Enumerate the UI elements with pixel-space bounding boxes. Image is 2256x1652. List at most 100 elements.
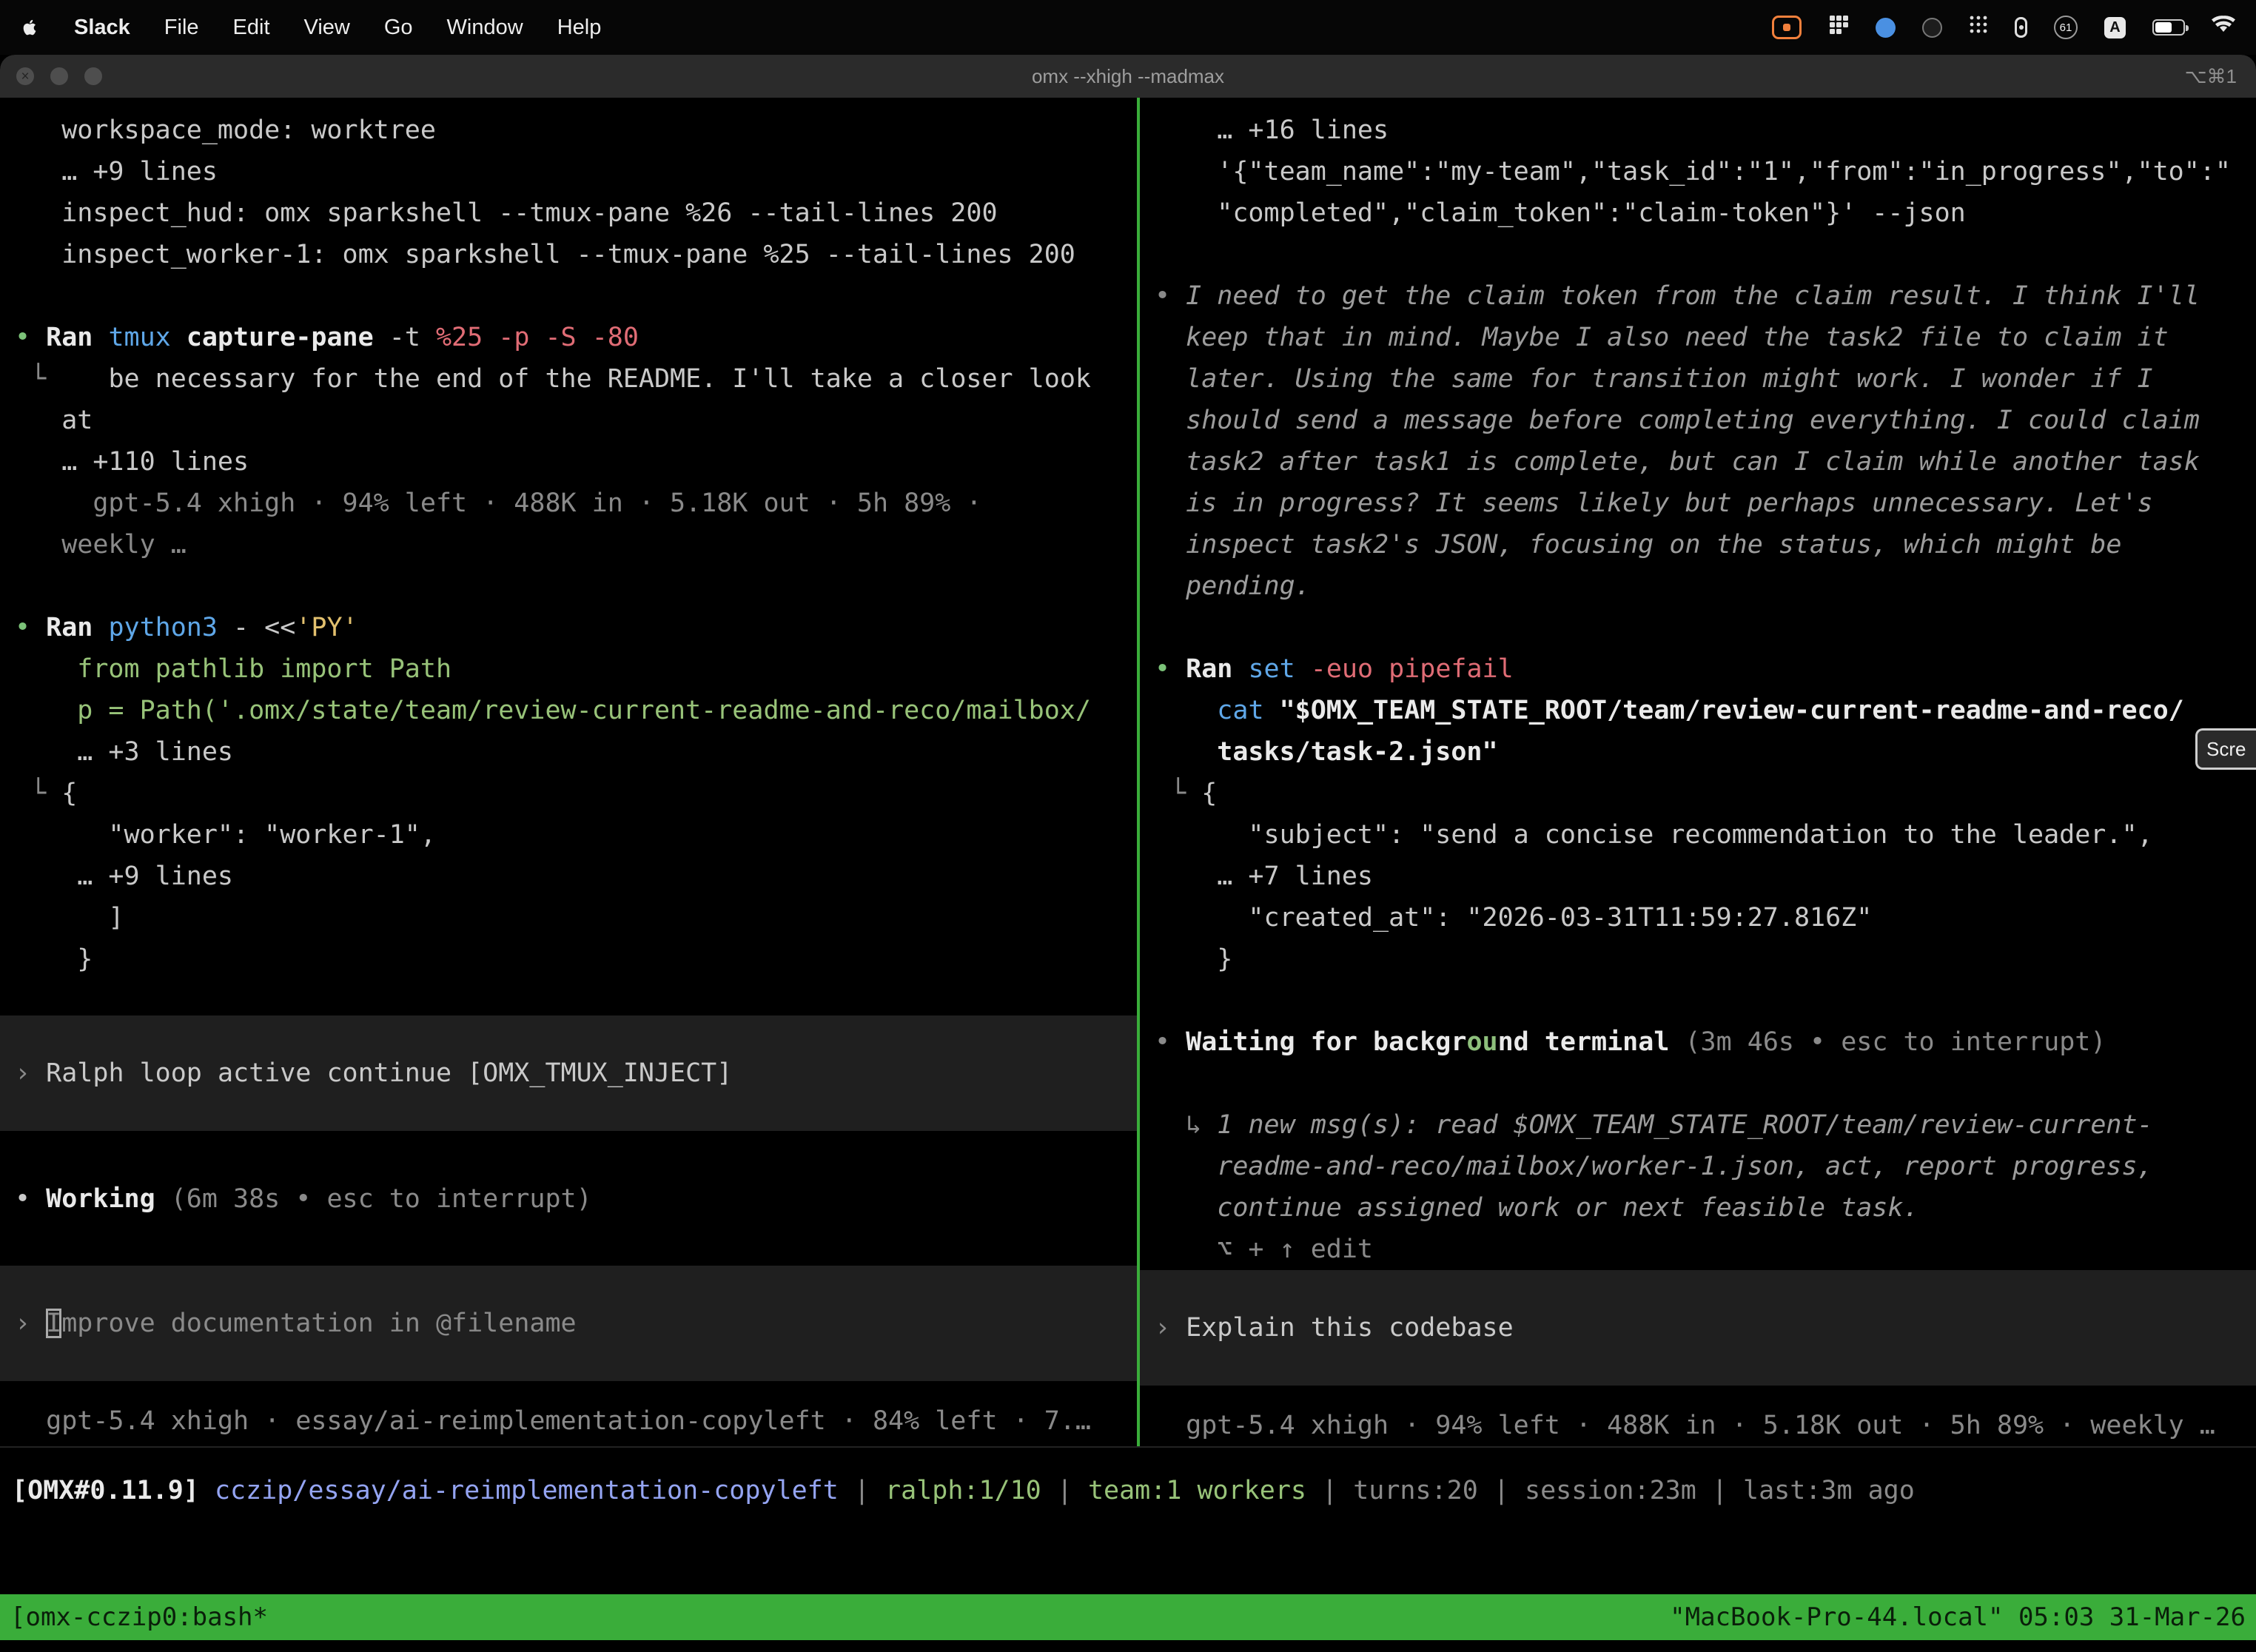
- pill-app-icon[interactable]: [2015, 17, 2027, 38]
- terminal-line: from pathlib import Path: [15, 648, 1122, 690]
- text-segment: … +16 lines: [1155, 115, 1389, 145]
- terminal-line: ↳ 1 new msg(s): read $OMX_TEAM_STATE_ROO…: [1155, 1104, 2241, 1146]
- text-segment: team:1 workers: [1088, 1476, 1306, 1505]
- blue-app-icon[interactable]: [1876, 18, 1896, 38]
- terminal-line: … +16 lines: [1155, 110, 2241, 151]
- screen-recording-indicator-icon[interactable]: [1772, 16, 1802, 39]
- input-source-icon[interactable]: A: [2104, 17, 2126, 38]
- battery-nub: [2186, 25, 2189, 31]
- battery-percent-badge[interactable]: 61: [2054, 16, 2078, 39]
- menu-item-window[interactable]: Window: [447, 16, 523, 40]
- terminal-line: should send a message before completing …: [1155, 400, 2241, 441]
- minimize-button[interactable]: [50, 67, 68, 85]
- terminal-line: "subject": "send a concise recommendatio…: [1155, 814, 2241, 856]
- menu-bar-status-icons: 61 A: [1772, 14, 2235, 41]
- menu-item-view[interactable]: View: [304, 16, 350, 40]
- menu-bar-left: Slack File Edit View Go Window Help: [21, 16, 601, 40]
- model-status-text: gpt-5.4 xhigh · 94% left · 488K in · 5.1…: [1186, 1411, 2215, 1440]
- terminal-window: × omx --xhigh --madmax ⌥⌘1 workspace_mod…: [0, 55, 2256, 1652]
- terminal-line: '{"team_name":"my-team","task_id":"1","f…: [1155, 151, 2241, 192]
- recording-dot-icon: [1783, 24, 1790, 31]
- terminal-line: … +9 lines: [15, 151, 1122, 192]
- text-segment: }: [15, 944, 93, 974]
- terminal-line: [15, 565, 1122, 607]
- terminal-line: … +7 lines: [1155, 856, 2241, 897]
- terminal-line: └ {: [15, 773, 1122, 814]
- apple-menu[interactable]: [21, 16, 40, 38]
- text-segment: should send a message before completing …: [1155, 406, 2200, 435]
- text-segment: - <<: [218, 613, 295, 642]
- app-menu-slack[interactable]: Slack: [74, 16, 130, 40]
- terminal-line: • Ran tmux capture-pane -t %25 -p -S -80: [15, 317, 1122, 358]
- text-segment: {: [61, 779, 77, 808]
- terminal-line: • Ran set -euo pipefail: [1155, 648, 2241, 690]
- text-segment: cczip/essay/ai-reimplementation-copyleft: [215, 1476, 839, 1505]
- notification-fragment-text: Scre: [2206, 738, 2246, 761]
- text-cursor: I: [46, 1309, 61, 1338]
- title-bar[interactable]: × omx --xhigh --madmax ⌥⌘1: [0, 55, 2256, 98]
- terminal-line: … +9 lines: [15, 856, 1122, 897]
- text-segment: "$OMX_TEAM_STATE_ROOT/team/review-curren…: [1280, 696, 2184, 725]
- terminal-line: … +110 lines: [15, 441, 1122, 483]
- text-segment: p = Path('.omx/state/team/review-current…: [15, 696, 1091, 725]
- text-segment: cat: [1217, 696, 1279, 725]
- terminal-line: [1155, 980, 2241, 1021]
- terminal-line: • Ran python3 - <<'PY': [15, 607, 1122, 648]
- text-segment: task2 after task1 is complete, but can I…: [1155, 447, 2200, 477]
- terminal-line: pending.: [1155, 565, 2241, 607]
- prompt-chevron-icon: ›: [15, 1058, 46, 1088]
- terminal-line: └ {: [1155, 773, 2241, 814]
- text-segment: 'PY': [295, 613, 357, 642]
- terminal-line: [1155, 607, 2241, 648]
- dark-app-icon[interactable]: [1922, 18, 1942, 38]
- text-segment: └: [1155, 779, 1201, 808]
- menu-item-go[interactable]: Go: [384, 16, 413, 40]
- text-segment: tasks/task-2.json": [1155, 737, 1498, 767]
- terminal-line: is in progress? It seems likely but perh…: [1155, 483, 2241, 524]
- text-segment: session:23m: [1525, 1476, 1696, 1505]
- placeholder-text: mprove documentation in @filename: [61, 1309, 576, 1338]
- text-segment: "completed","claim_token":"claim-token"}…: [1155, 198, 1966, 228]
- window-title: omx --xhigh --madmax: [1032, 65, 1224, 88]
- prompt-input-left[interactable]: › Improve documentation in @filename: [0, 1266, 1137, 1381]
- working-status: • Working (6m 38s • esc to interrupt): [15, 1178, 1122, 1220]
- text-segment: Ran: [46, 323, 108, 352]
- battery-icon[interactable]: [2152, 19, 2185, 36]
- window-controls: ×: [16, 55, 102, 98]
- text-segment: Waiting for backgr: [1186, 1027, 1466, 1057]
- window-grid-icon[interactable]: [1828, 14, 1849, 41]
- text-segment: I need to get the claim token from the c…: [1186, 281, 2200, 311]
- text-segment: ]: [15, 903, 124, 933]
- text-segment: ↳: [1155, 1110, 1217, 1140]
- pane-right[interactable]: … +16 lines '{"team_name":"my-team","tas…: [1140, 98, 2256, 1446]
- notification-fragment[interactable]: Scre: [2195, 728, 2256, 770]
- tmux-session-label: [omx-cczip0:bash*: [10, 1602, 268, 1632]
- terminal-line: }: [15, 939, 1122, 980]
- close-button[interactable]: ×: [16, 67, 34, 85]
- pane-left[interactable]: workspace_mode: worktree … +9 lines insp…: [0, 98, 1137, 1446]
- terminal-line: cat "$OMX_TEAM_STATE_ROOT/team/review-cu…: [1155, 690, 2241, 731]
- menu-item-edit[interactable]: Edit: [233, 16, 270, 40]
- text-segment: from pathlib import Path: [15, 654, 451, 684]
- zoom-button[interactable]: [84, 67, 102, 85]
- text-segment: python3: [108, 613, 218, 642]
- prompt-input-right[interactable]: › Explain this codebase: [1140, 1270, 2256, 1386]
- prompt-text: Explain this codebase: [1186, 1313, 1514, 1343]
- text-segment: ou: [1466, 1027, 1497, 1057]
- terminal-line: ]: [15, 897, 1122, 939]
- text-segment: gpt-5.4 xhigh · 94% left · 488K in · 5.1…: [15, 488, 981, 518]
- text-segment: pending.: [1155, 571, 1311, 601]
- terminal-line: • I need to get the claim token from the…: [1155, 275, 2241, 317]
- terminal-line: task2 after task1 is complete, but can I…: [1155, 441, 2241, 483]
- menu-item-help[interactable]: Help: [557, 16, 602, 40]
- text-segment: … +9 lines: [15, 862, 233, 891]
- text-segment: •: [15, 613, 46, 642]
- prompt-chevron-icon: ›: [1155, 1313, 1186, 1343]
- text-segment: -euo pipefail: [1295, 654, 1514, 684]
- wifi-icon[interactable]: [2212, 15, 2235, 40]
- text-segment: •: [1155, 281, 1186, 311]
- terminal-line: inspect_worker-1: omx sparkshell --tmux-…: [15, 234, 1122, 275]
- text-segment: •: [15, 323, 46, 352]
- menu-item-file[interactable]: File: [164, 16, 199, 40]
- app-grid-dots-icon[interactable]: [1969, 15, 1988, 40]
